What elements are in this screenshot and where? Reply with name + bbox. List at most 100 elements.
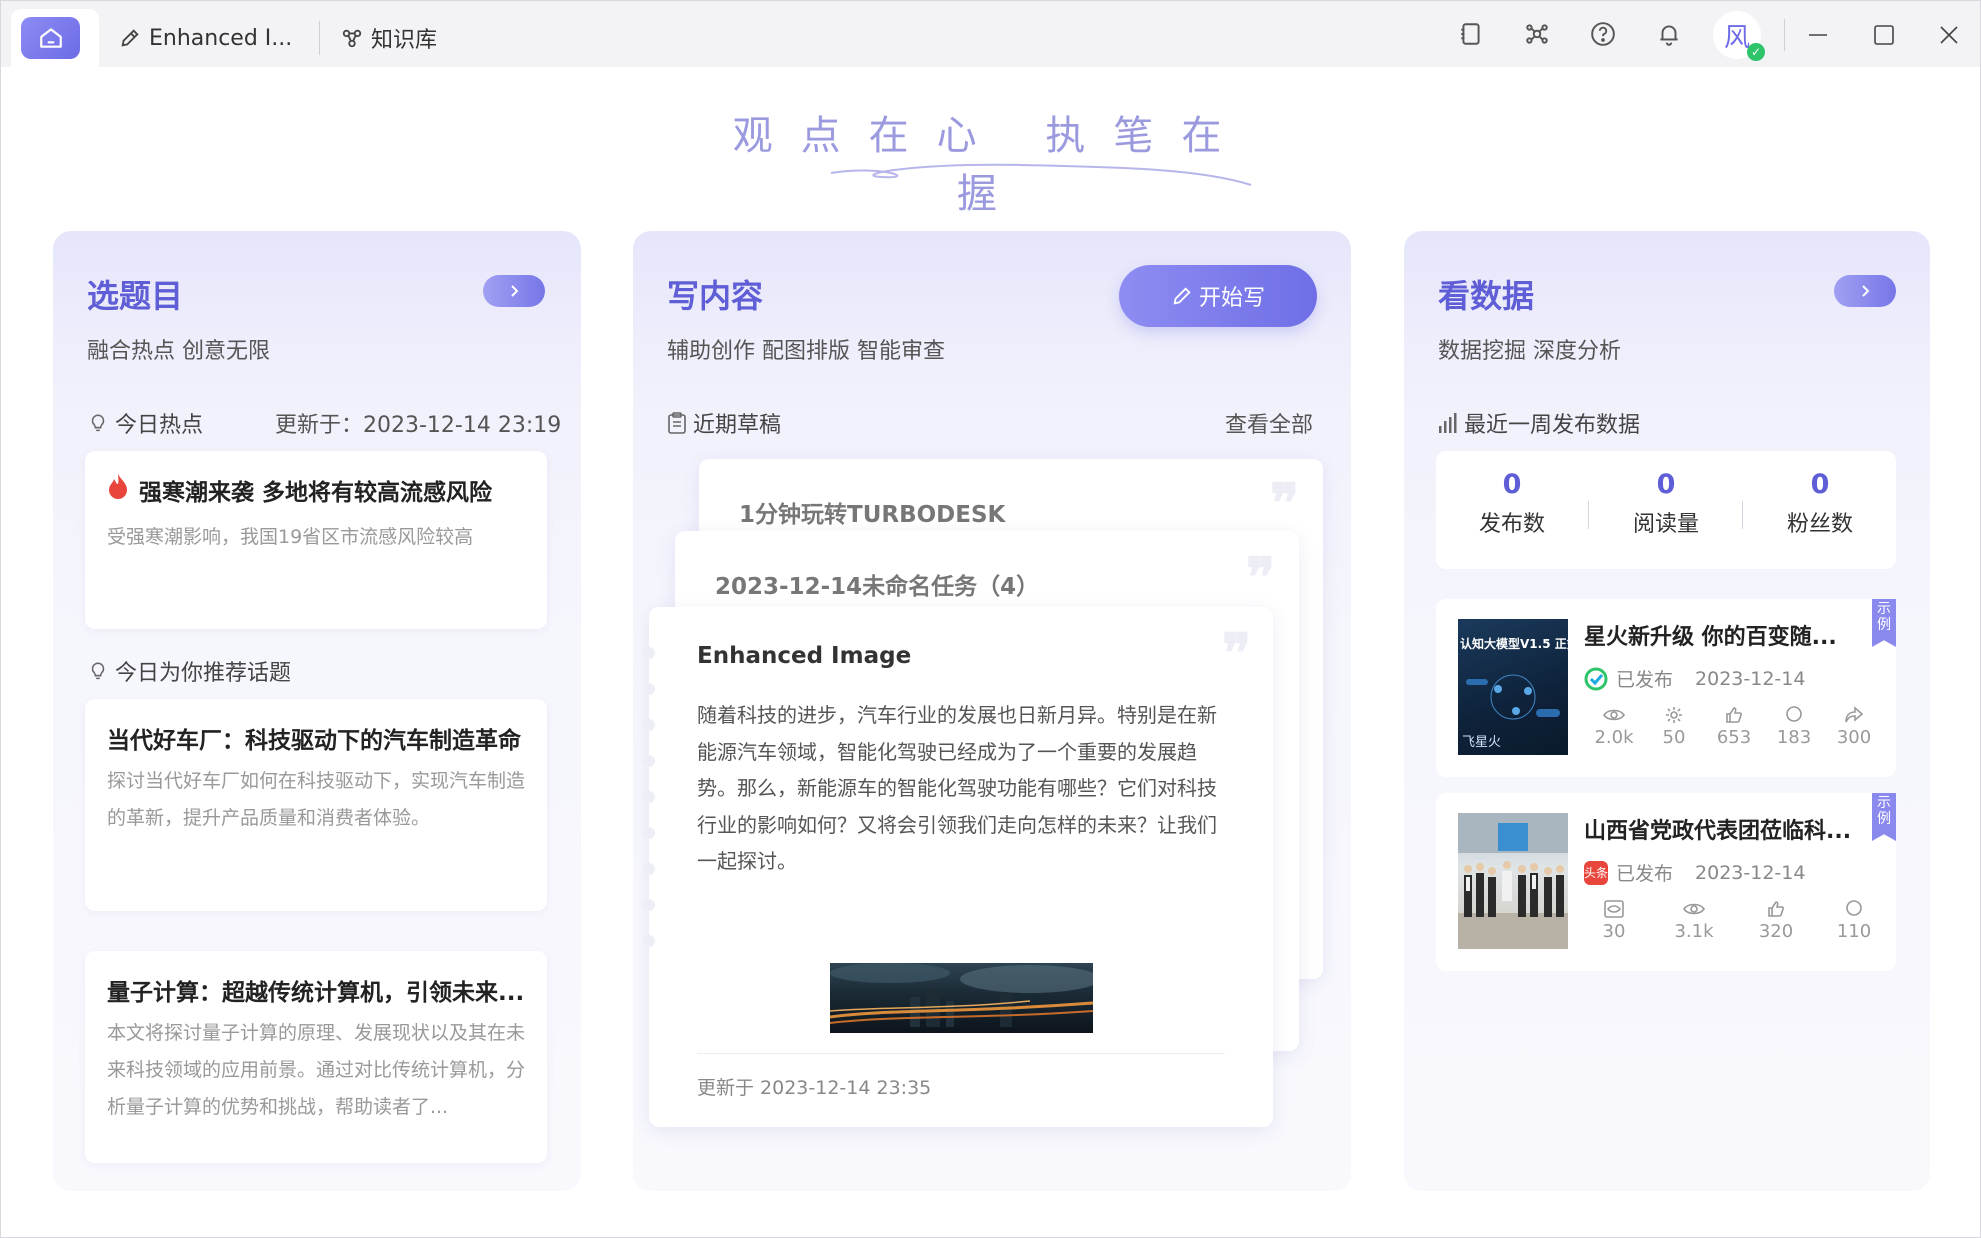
stat-label: 发布数 — [1478, 512, 1545, 537]
stat-divider — [1588, 501, 1589, 529]
data-more-button[interactable] — [1834, 275, 1896, 307]
clipboard-icon — [668, 412, 686, 434]
pencil-icon — [1173, 287, 1191, 305]
metric-value: 320 — [1758, 921, 1794, 942]
post-status-label: 已发布 — [1616, 863, 1674, 885]
published-post-card[interactable]: 山西省党政代表团莅临科... 示例 头条 已发布 2023-12-14 30 3… — [1436, 793, 1896, 971]
metric-comments: 110 — [1824, 897, 1884, 942]
verified-shield-icon: ✓ — [1747, 43, 1765, 61]
notifications-button[interactable] — [1654, 19, 1684, 49]
eye-icon — [1683, 903, 1705, 915]
tab-document-label: Enhanced I... — [149, 25, 293, 51]
stat-publish: 0 发布数 — [1452, 469, 1572, 538]
metric-value: 653 — [1716, 727, 1752, 748]
stat-fans: 0 粉丝数 — [1760, 469, 1880, 538]
sample-ribbon: 示例 — [1872, 793, 1896, 841]
help-icon — [1591, 22, 1615, 46]
metric-value: 3.1k — [1674, 921, 1714, 942]
recommend-card[interactable]: 量子计算：超越传统计算机，引领未来... 本文将探讨量子计算的原理、发展现状以及… — [85, 951, 547, 1163]
metric-shares: 300 — [1824, 703, 1884, 748]
comment-icon — [1786, 706, 1802, 722]
close-icon — [1940, 26, 1958, 44]
binding-dots-decoration — [643, 647, 655, 971]
stat-value: 0 — [1810, 469, 1830, 500]
start-writing-label: 开始写 — [1198, 286, 1265, 311]
metric-likes: 320 — [1746, 897, 1806, 942]
home-button[interactable] — [21, 17, 80, 59]
chevron-right-icon — [511, 285, 519, 297]
lightbulb-icon — [91, 414, 105, 432]
metric-comments: 183 — [1764, 703, 1824, 748]
draft-title: 1分钟玩转TURBODESK — [739, 502, 1006, 528]
draft-thumbnail-image — [830, 963, 1093, 1033]
stat-reads: 0 阅读量 — [1606, 469, 1726, 538]
data-title: 看数据 — [1438, 277, 1535, 315]
minimize-button[interactable] — [1798, 15, 1838, 55]
write-subtitle: 辅助创作 配图排版 智能审查 — [667, 339, 945, 364]
tab-document[interactable]: Enhanced I... — [119, 21, 292, 55]
published-post-card[interactable]: 认知大模型V1.5 正式 飞星火 星火新升级 你的百变随... 示例 已发布 2… — [1436, 599, 1896, 777]
network-icon — [1526, 24, 1548, 44]
metric-views: 3.1k — [1664, 897, 1724, 942]
drafts-section-header: 近期草稿 — [667, 407, 781, 439]
topics-panel: 选题目 融合热点 创意无限 今日热点 更新于：2023-12-14 23:19 … — [53, 231, 581, 1191]
thumb-up-icon — [1768, 901, 1784, 917]
notebook-button[interactable] — [1456, 19, 1486, 49]
thumb-text: 飞星火 — [1462, 735, 1502, 750]
wechat-icon — [1584, 667, 1608, 690]
metric-value: 30 — [1602, 921, 1626, 942]
post-status: 已发布 2023-12-14 — [1584, 665, 1805, 692]
data-subtitle: 数据挖掘 深度分析 — [1438, 339, 1621, 364]
bell-icon — [1660, 25, 1678, 46]
post-thumbnail-image — [1458, 813, 1568, 949]
topics-title: 选题目 — [87, 277, 184, 315]
slogan-swoosh-decoration — [830, 163, 1252, 186]
week-label: 最近一周发布数据 — [1464, 413, 1641, 438]
close-button[interactable] — [1929, 15, 1969, 55]
draft-body: 随着科技的进步，汽车行业的发展也日新月异。特别是在新能源汽车领域，智能化驾驶已经… — [697, 703, 1217, 873]
maximize-icon — [1874, 25, 1894, 45]
hot-topic-title: 强寒潮来袭 多地将有较高流感风险 — [139, 480, 493, 506]
maximize-button[interactable] — [1864, 15, 1904, 55]
stat-divider — [1742, 501, 1743, 529]
view-box-icon — [1604, 900, 1624, 918]
home-tab[interactable] — [11, 9, 99, 67]
topics-more-button[interactable] — [483, 275, 545, 307]
hot-label: 今日热点 — [115, 413, 204, 438]
tab-knowledge-base[interactable]: 知识库 — [341, 21, 437, 55]
metric-value: 183 — [1776, 727, 1812, 748]
hot-updated-time: 更新于：2023-12-14 23:19 — [275, 413, 562, 438]
quote-icon: ❞ — [1221, 621, 1251, 685]
draft-card-active[interactable]: Enhanced Image ❞ 随着科技的进步，汽车行业的发展也日新月异。特别… — [643, 607, 1273, 1127]
recommend-section-header: 今日为你推荐话题 — [87, 655, 291, 687]
hot-topic-card[interactable]: 强寒潮来袭 多地将有较高流感风险 受强寒潮影响，我国19省区市流感风险较高 — [85, 451, 547, 629]
thumb-text: 认知大模型V1.5 正式 — [1460, 637, 1568, 651]
view-all-link[interactable]: 查看全部 — [1225, 407, 1313, 439]
avatar[interactable]: 风 ✓ — [1713, 11, 1765, 61]
lightbulb-icon — [91, 662, 105, 680]
tab-divider — [319, 21, 320, 55]
draft-updated-time: 更新于 2023-12-14 23:35 — [697, 1077, 932, 1099]
app-window: Enhanced I... 知识库 风 ✓ 观点在心 执笔在握 选题目 融合热点… — [0, 0, 1981, 1238]
share-icon — [1845, 706, 1863, 723]
avatar-text: 风 — [1723, 22, 1750, 53]
title-bar: Enhanced I... 知识库 风 ✓ — [1, 1, 1980, 67]
notebook-icon — [1461, 23, 1480, 45]
stats-card: 0 发布数 0 阅读量 0 粉丝数 — [1436, 451, 1896, 569]
network-button[interactable] — [1522, 19, 1552, 49]
draft-divider — [697, 1053, 1225, 1054]
help-button[interactable] — [1588, 19, 1618, 49]
hot-section-header: 今日热点 — [87, 407, 203, 439]
drafts-label: 近期草稿 — [693, 413, 782, 438]
post-status: 头条 已发布 2023-12-14 — [1584, 859, 1805, 886]
metric-value: 2.0k — [1594, 727, 1634, 748]
week-section-header: 最近一周发布数据 — [1438, 407, 1640, 439]
metric-value: 110 — [1836, 921, 1872, 942]
recommend-card[interactable]: 当代好车厂：科技驱动下的汽车制造革命 探讨当代好车厂如何在科技驱动下，实现汽车制… — [85, 699, 547, 911]
metric-views: 2.0k — [1584, 703, 1644, 748]
write-title: 写内容 — [667, 277, 764, 315]
home-icon — [39, 28, 62, 48]
post-title: 星火新升级 你的百变随... — [1584, 625, 1837, 650]
start-writing-button[interactable]: 开始写 — [1119, 265, 1317, 327]
knowledge-graph-icon — [342, 29, 362, 48]
